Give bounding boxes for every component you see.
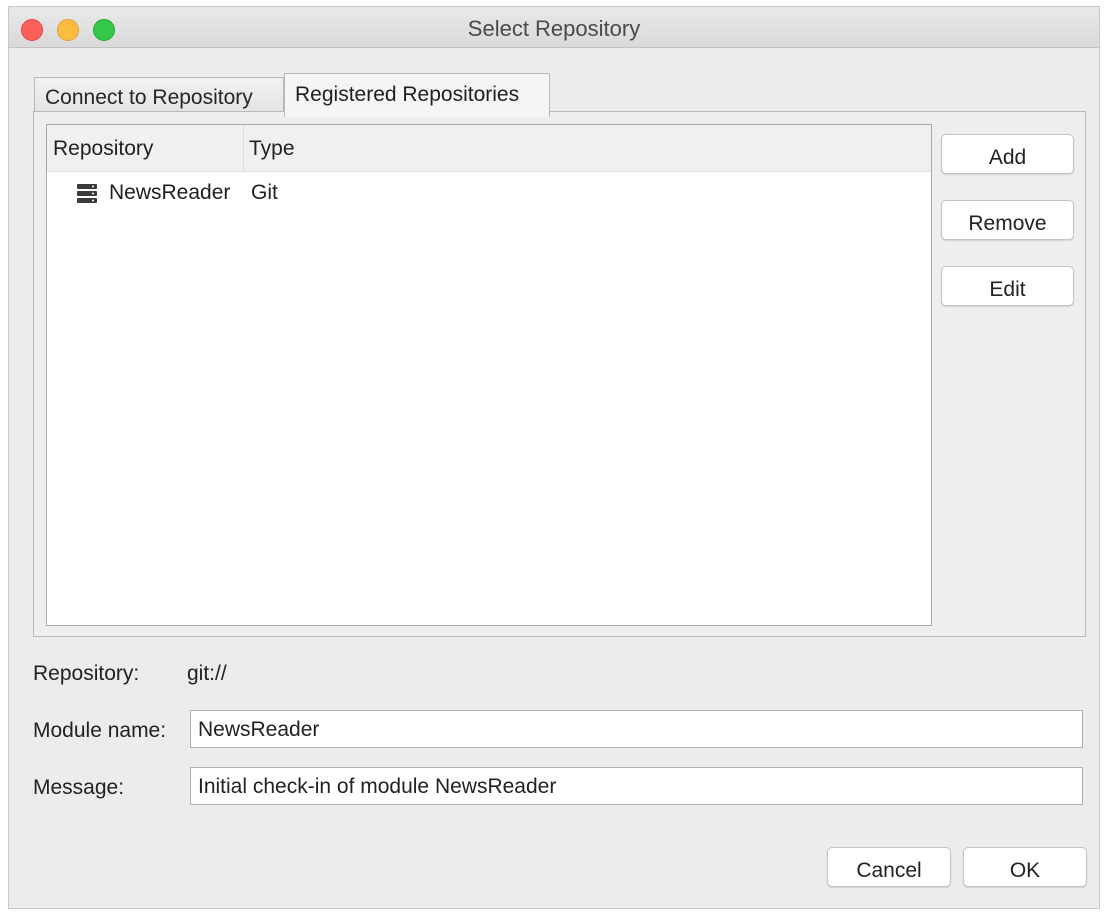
table-header: Repository Type xyxy=(47,125,931,172)
module-name-field[interactable]: NewsReader xyxy=(190,710,1083,748)
select-repository-dialog: Select Repository Connect to Repository … xyxy=(8,6,1100,909)
edit-button[interactable]: Edit xyxy=(941,266,1074,306)
message-field[interactable]: Initial check-in of module NewsReader xyxy=(190,767,1083,805)
tab-connect-to-repository[interactable]: Connect to Repository xyxy=(34,77,284,115)
title-bar: Select Repository xyxy=(9,7,1099,48)
remove-button[interactable]: Remove xyxy=(941,200,1074,240)
repository-type-cell: Git xyxy=(251,181,278,204)
tab-registered-repositories[interactable]: Registered Repositories xyxy=(284,73,550,117)
column-header-repository[interactable]: Repository xyxy=(53,137,153,161)
repository-table: Repository Type NewsReader Git xyxy=(46,124,932,626)
add-button[interactable]: Add xyxy=(941,134,1074,174)
column-divider xyxy=(243,125,244,171)
window-title: Select Repository xyxy=(467,16,641,41)
repository-label: Repository: xyxy=(33,662,140,685)
registered-repositories-panel: Repository Type NewsReader Git Add Remov… xyxy=(33,111,1086,637)
module-name-label: Module name: xyxy=(33,719,167,742)
ok-button[interactable]: OK xyxy=(963,847,1087,887)
table-row[interactable]: NewsReader Git xyxy=(47,173,931,213)
message-label: Message: xyxy=(33,776,125,799)
column-header-type[interactable]: Type xyxy=(249,137,295,161)
repository-name-cell: NewsReader xyxy=(109,181,231,204)
repository-value: git:// xyxy=(187,662,227,685)
cancel-button[interactable]: Cancel xyxy=(827,847,951,887)
server-icon xyxy=(76,182,98,204)
